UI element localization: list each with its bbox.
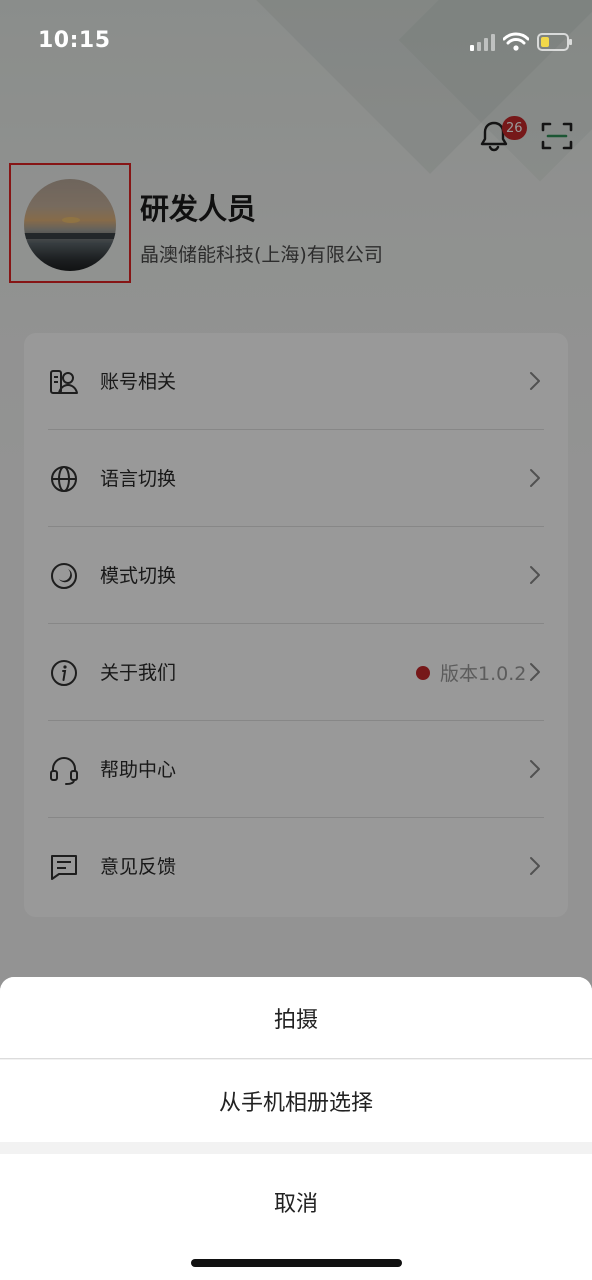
take-photo-button[interactable]: 拍摄	[0, 977, 592, 1059]
cellular-signal-icon	[470, 34, 495, 51]
battery-icon	[537, 33, 572, 51]
photo-action-sheet: 拍摄 从手机相册选择 取消	[0, 977, 592, 1280]
status-time: 10:15	[38, 28, 111, 53]
home-indicator[interactable]	[191, 1259, 402, 1267]
choose-from-album-button[interactable]: 从手机相册选择	[0, 1060, 592, 1142]
wifi-icon	[503, 32, 529, 51]
